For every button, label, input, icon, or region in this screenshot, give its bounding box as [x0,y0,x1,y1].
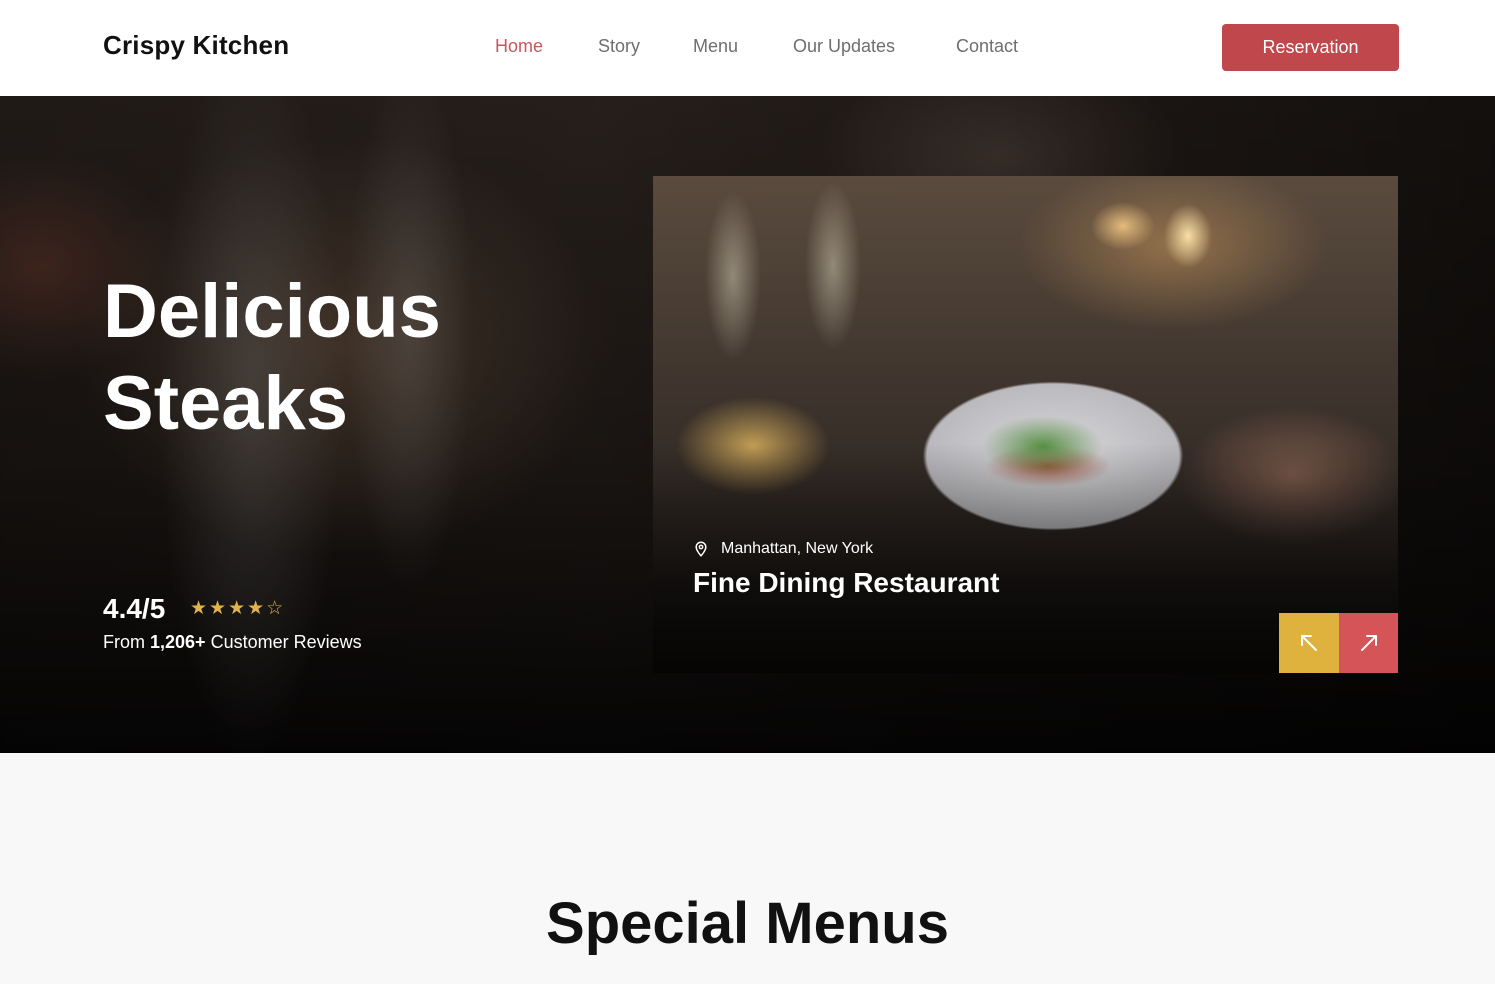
rating-stars-icon: ★★★★☆ [190,598,286,619]
nav-contact[interactable]: Contact [956,36,1018,57]
next-slide-button[interactable] [1339,613,1398,673]
hero-title-line1: Delicious [103,269,441,354]
site-header: Crispy Kitchen Home Story Menu Our Updat… [0,0,1495,96]
hero-section: Delicious Steaks 4.4/5 ★★★★☆ From 1,206+… [0,96,1495,753]
reviews-summary: From 1,206+ Customer Reviews [103,632,362,653]
location-text: Manhattan, New York [721,540,874,557]
card-title: Fine Dining Restaurant [693,567,1000,598]
hero-title-line2: Steaks [103,361,349,446]
reviews-count: 1,206+ [150,632,206,652]
nav-story[interactable]: Story [598,36,640,57]
brand-logo[interactable]: Crispy Kitchen [103,30,289,61]
reservation-button[interactable]: Reservation [1222,24,1399,71]
special-menus-heading: Special Menus [546,891,949,956]
nav-our-updates[interactable]: Our Updates [793,36,895,57]
featured-photo-card: Manhattan, New York Fine Dining Restaura… [653,176,1398,673]
rating-score: 4.4/5 [103,593,166,624]
prev-slide-button[interactable] [1279,613,1339,673]
hero-title: Delicious Steaks [103,266,441,450]
arrow-up-left-icon [1301,635,1317,651]
nav-menu[interactable]: Menu [693,36,738,57]
card-location: Manhattan, New York [693,540,873,558]
reviews-suffix: Customer Reviews [210,632,362,652]
reviews-prefix: From [103,632,145,652]
nav-home[interactable]: Home [495,36,543,57]
location-pin-icon [695,541,707,557]
arrow-up-right-icon [1361,635,1377,651]
